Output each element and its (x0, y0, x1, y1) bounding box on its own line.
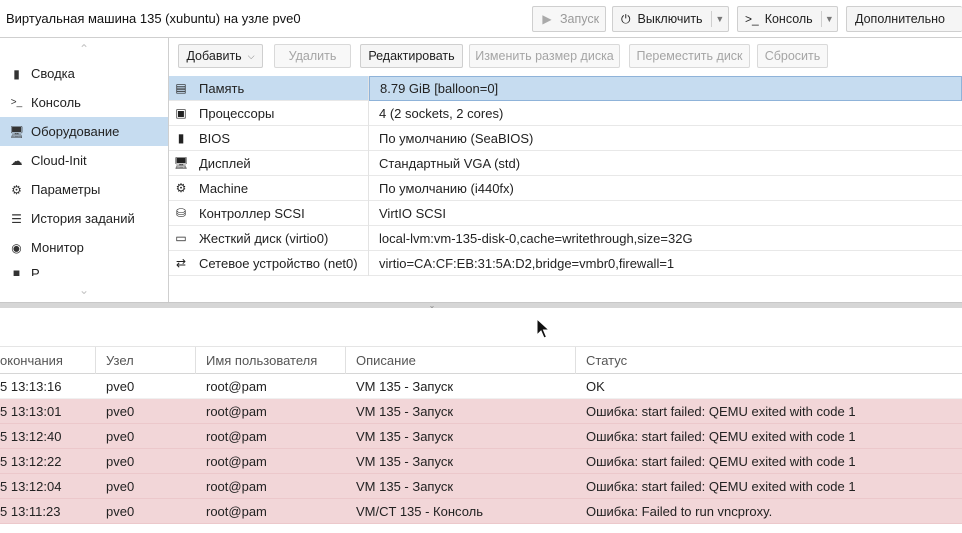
nav-scroll-down-icon[interactable]: ⌄ (0, 281, 168, 302)
shutdown-button-label: Выключить (637, 12, 703, 26)
hardware-grid: ▤ Память 8.79 GiB [balloon=0] ▣ Процессоры… (169, 75, 962, 276)
header-bar: Виртуальная машина 135 (xubuntu) на узле… (0, 0, 962, 38)
page-title: Виртуальная машина 135 (xubuntu) на узле… (6, 11, 301, 26)
vm-nav-panel: ⌃ ▮ Сводка >_ Консоль 🖥 Оборудование ☁ C… (0, 38, 169, 302)
chip-icon: ▮ (177, 131, 185, 145)
chevron-down-icon[interactable]: ▼ (712, 14, 728, 24)
monitor-icon: 🖥 (9, 124, 25, 139)
hardware-row-network[interactable]: ⇄ Сетевое устройство (net0) virtio=CA:CF:… (169, 250, 962, 276)
task-status: Ошибка: start failed: QEMU exited with c… (586, 478, 856, 494)
column-status[interactable]: Статус (576, 347, 962, 374)
start-button-label: Запуск (560, 12, 600, 26)
nav-item-options[interactable]: ⚙ Параметры (0, 175, 168, 204)
more-button-label: Дополнительно (855, 12, 945, 26)
move-disk-button[interactable]: Переместить диск (629, 44, 750, 68)
hardware-row-cpu[interactable]: ▣ Процессоры 4 (2 sockets, 2 cores) (169, 100, 962, 126)
hdd-icon: ▭ (175, 231, 187, 245)
start-button[interactable]: ▶ Запуск (532, 6, 606, 32)
more-button[interactable]: Дополнительно (846, 6, 962, 32)
nav-item-summary[interactable]: ▮ Сводка (0, 59, 168, 88)
book-icon: ▮ (13, 66, 20, 81)
task-log-header: окончания Узел Имя пользователя Описание… (0, 346, 962, 374)
nav-item-console[interactable]: >_ Консоль (0, 88, 168, 117)
save-icon: ■ (12, 266, 21, 276)
chevron-down-icon[interactable]: ▼ (822, 14, 837, 24)
nav-item-backup[interactable]: ■ Р (0, 262, 168, 276)
reset-button[interactable]: Сбросить (757, 44, 828, 68)
column-end-time[interactable]: окончания (0, 347, 96, 374)
console-button[interactable]: >_ Консоль ▼ (737, 6, 838, 32)
task-status: Ошибка: start failed: QEMU exited with c… (586, 428, 856, 444)
task-log-grid: окончания Узел Имя пользователя Описание… (0, 346, 962, 524)
hardware-row-hard-disk[interactable]: ▭ Жесткий диск (virtio0) local-lvm:vm-135… (169, 225, 962, 251)
hardware-row-scsi-controller[interactable]: ⛁ Контроллер SCSI VirtIO SCSI (169, 200, 962, 226)
mouse-cursor-icon (536, 318, 550, 339)
nav-scroll-up-icon[interactable]: ⌃ (0, 38, 168, 59)
task-status: Ошибка: Failed to run vncproxy. (586, 503, 773, 519)
hardware-row-machine[interactable]: ⚙ Machine По умолчанию (i440fx) (169, 175, 962, 201)
resize-disk-button[interactable]: Изменить размер диска (469, 44, 620, 68)
delete-button[interactable]: Удалить (274, 44, 351, 68)
cloud-icon: ☁ (10, 153, 23, 168)
column-node[interactable]: Узел (96, 347, 196, 374)
database-icon: ⛁ (175, 206, 187, 220)
task-row[interactable]: 5 13:12:40 pve0 root@pam VM 135 - Запуск… (0, 424, 962, 449)
task-row[interactable]: 5 13:12:22 pve0 root@pam VM 135 - Запуск… (0, 449, 962, 474)
task-row[interactable]: 5 13:11:23 pve0 root@pam VM/CT 135 - Кон… (0, 499, 962, 524)
column-description[interactable]: Описание (346, 347, 576, 374)
network-icon: ⇄ (175, 256, 187, 270)
task-row[interactable]: 5 13:13:16 pve0 root@pam VM 135 - Запуск… (0, 374, 962, 399)
play-icon: ▶ (542, 12, 552, 26)
cogs-icon: ⚙ (175, 181, 187, 195)
nav-item-monitor[interactable]: ◉ Монитор (0, 233, 168, 262)
terminal-icon: >_ (745, 12, 759, 26)
task-row[interactable]: 5 13:12:04 pve0 root@pam VM 135 - Запуск… (0, 474, 962, 499)
hardware-row-bios[interactable]: ▮ BIOS По умолчанию (SeaBIOS) (169, 125, 962, 151)
shutdown-button[interactable]: ⏻ Выключить ▼ (612, 6, 729, 32)
hardware-row-display[interactable]: 🖥 Дисплей Стандартный VGA (std) (169, 150, 962, 176)
console-button-label: Консоль (764, 12, 813, 26)
nav-item-cloud-init[interactable]: ☁ Cloud-Init (0, 146, 168, 175)
nav-item-task-history[interactable]: ☰ История заданий (0, 204, 168, 233)
eye-icon: ◉ (11, 240, 22, 255)
cpu-icon: ▣ (175, 106, 187, 120)
column-user[interactable]: Имя пользователя (196, 347, 346, 374)
power-icon: ⏻ (621, 11, 631, 26)
hardware-toolbar: Добавить ⌵ Удалить Редактировать Изменит… (169, 38, 962, 74)
gear-icon: ⚙ (11, 182, 22, 197)
chevron-down-icon: ⌵ (247, 50, 255, 61)
list-icon: ☰ (11, 211, 22, 226)
nav-item-hardware[interactable]: 🖥 Оборудование (0, 117, 168, 146)
task-status: Ошибка: start failed: QEMU exited with c… (586, 453, 856, 469)
add-button[interactable]: Добавить ⌵ (178, 44, 263, 68)
edit-button[interactable]: Редактировать (360, 44, 463, 68)
terminal-icon: >_ (10, 97, 23, 108)
memory-icon: ▤ (175, 81, 187, 95)
task-status: Ошибка: start failed: QEMU exited with c… (586, 403, 856, 419)
task-status: OK (586, 378, 605, 394)
hardware-row-memory[interactable]: ▤ Память 8.79 GiB [balloon=0] (169, 75, 962, 101)
display-icon: 🖥 (173, 156, 189, 170)
task-row[interactable]: 5 13:13:01 pve0 root@pam VM 135 - Запуск… (0, 399, 962, 424)
